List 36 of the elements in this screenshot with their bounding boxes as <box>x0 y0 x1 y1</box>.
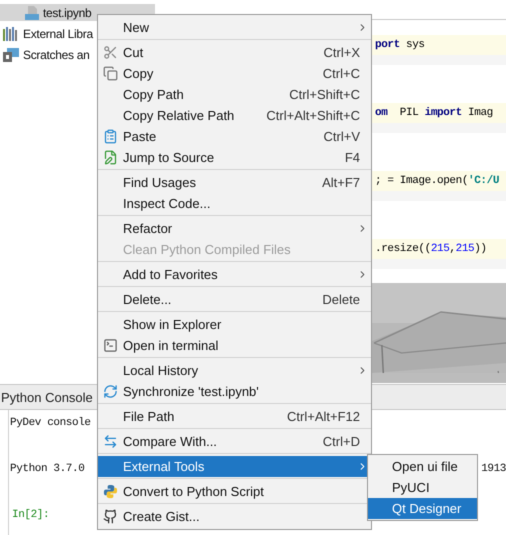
menu-item[interactable]: Compare With... Ctrl+D <box>98 431 371 452</box>
menu-item[interactable]: Paste Ctrl+V <box>98 126 371 147</box>
menu-item[interactable]: Jump to Source F4 <box>98 147 371 168</box>
menu-item[interactable]: Inspect Code... <box>98 193 371 214</box>
sync-icon <box>103 384 118 399</box>
console-output: PyDev console <box>10 417 91 429</box>
menu-item[interactable]: PyUCI <box>368 477 477 498</box>
console-output: Python 3.7.0 <box>10 463 84 475</box>
menu-item[interactable]: Local History <box>98 360 371 381</box>
menu-item[interactable]: Copy Ctrl+C <box>98 63 371 84</box>
menu-item[interactable]: File Path Ctrl+Alt+F12 <box>98 406 371 427</box>
cut-icon <box>103 45 118 60</box>
python-icon <box>103 484 118 499</box>
menu-item[interactable]: Synchronize 'test.ipynb' <box>98 381 371 402</box>
console-output: 1913 <box>481 463 506 475</box>
menu-item[interactable]: Open ui file <box>368 456 477 477</box>
notebook-file-icon <box>25 6 39 20</box>
menu-item[interactable]: Add to Favorites <box>98 264 371 285</box>
menu-item[interactable]: Show in Explorer <box>98 314 371 335</box>
edit-file-icon <box>103 150 118 165</box>
scratches-icon <box>3 48 19 62</box>
compare-icon <box>103 434 118 449</box>
menu-item[interactable]: Copy Path Ctrl+Shift+C <box>98 84 371 105</box>
menu-item[interactable]: Open in terminal <box>98 335 371 356</box>
paste-icon <box>103 129 118 144</box>
menu-item[interactable]: Delete... Delete <box>98 289 371 310</box>
menu-item[interactable]: Refactor <box>98 218 371 239</box>
github-icon <box>103 509 118 524</box>
console-prompt: In[2]: <box>12 509 50 521</box>
library-icon <box>3 26 19 40</box>
console-tab[interactable]: Python Console <box>0 390 93 404</box>
menu-item[interactable]: Qt Designer <box>368 498 477 519</box>
menu-item[interactable]: Convert to Python Script <box>98 481 371 502</box>
menu-item[interactable]: Create Gist... <box>98 506 371 527</box>
copy-icon <box>103 66 118 81</box>
terminal-icon <box>103 338 118 353</box>
